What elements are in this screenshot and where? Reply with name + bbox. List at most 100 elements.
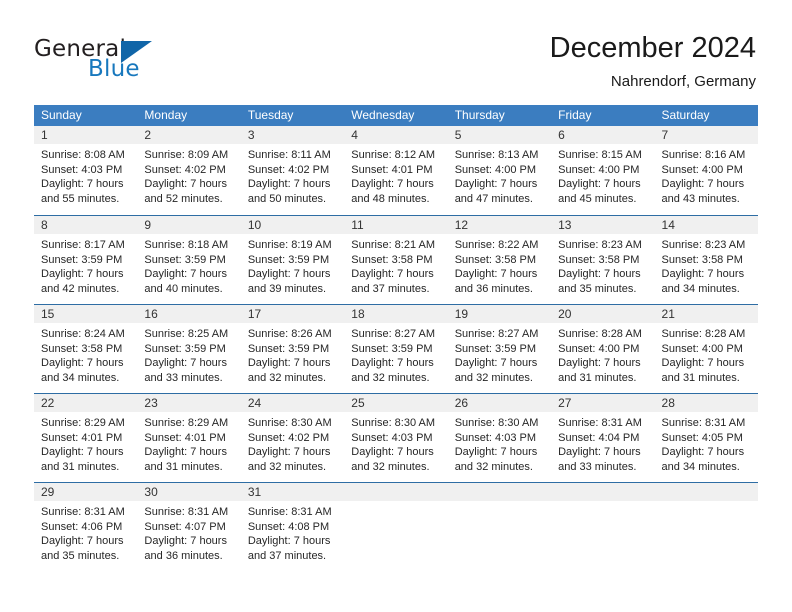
day-number: 29 [41, 485, 55, 499]
day-cell-empty [344, 483, 447, 571]
daylight-text-line1: Daylight: 7 hours [454, 178, 538, 191]
day-cell[interactable]: 3 Sunrise: 8:11 AM Sunset: 4:02 PM Dayli… [241, 126, 344, 215]
day-cell[interactable]: 14 Sunrise: 8:23 AM Sunset: 3:58 PM Dayl… [655, 216, 758, 304]
day-cell[interactable]: 20 Sunrise: 8:28 AM Sunset: 4:00 PM Dayl… [551, 305, 654, 393]
sunset-text: Sunset: 3:58 PM [661, 253, 743, 266]
daylight-text-line1: Daylight: 7 hours [454, 446, 538, 459]
day-cell[interactable]: 6 Sunrise: 8:15 AM Sunset: 4:00 PM Dayli… [551, 126, 654, 215]
day-cell[interactable]: 5 Sunrise: 8:13 AM Sunset: 4:00 PM Dayli… [448, 126, 551, 215]
day-cell[interactable]: 16 Sunrise: 8:25 AM Sunset: 3:59 PM Dayl… [137, 305, 240, 393]
sunrise-text: Sunrise: 8:08 AM [41, 149, 125, 161]
daylight-text-line1: Daylight: 7 hours [144, 178, 227, 191]
day-cell[interactable]: 29 Sunrise: 8:31 AM Sunset: 4:06 PM Dayl… [34, 483, 137, 571]
daylight-text-line2: and 48 minutes. [351, 192, 430, 205]
sunset-text: Sunset: 3:59 PM [454, 342, 537, 355]
daylight-text-line2: and 43 minutes. [661, 192, 740, 205]
day-details: Sunrise: 8:31 AM Sunset: 4:04 PM Dayligh… [558, 416, 654, 474]
day-details: Sunrise: 8:30 AM Sunset: 4:03 PM Dayligh… [455, 416, 551, 474]
title-block: December 2024 Nahrendorf, Germany [550, 30, 756, 91]
day-number [351, 483, 447, 501]
daylight-text-line1: Daylight: 7 hours [247, 178, 331, 191]
day-cell-empty [448, 483, 551, 571]
day-number: 30 [144, 485, 158, 499]
day-cell[interactable]: 1 Sunrise: 8:08 AM Sunset: 4:03 PM Dayli… [34, 126, 137, 215]
sunset-text: Sunset: 3:58 PM [558, 253, 640, 266]
daylight-text-line2: and 55 minutes. [41, 192, 120, 205]
day-details: Sunrise: 8:27 AM Sunset: 3:59 PM Dayligh… [455, 327, 551, 385]
daylight-text-line2: and 33 minutes. [144, 371, 223, 384]
day-cell[interactable]: 10 Sunrise: 8:19 AM Sunset: 3:59 PM Dayl… [241, 216, 344, 304]
day-cell[interactable]: 27 Sunrise: 8:31 AM Sunset: 4:04 PM Dayl… [551, 394, 654, 482]
daylight-text-line2: and 50 minutes. [247, 192, 327, 205]
daylight-text-line1: Daylight: 7 hours [454, 268, 538, 281]
day-details: Sunrise: 8:09 AM Sunset: 4:02 PM Dayligh… [144, 148, 240, 206]
day-cell[interactable]: 22 Sunrise: 8:29 AM Sunset: 4:01 PM Dayl… [34, 394, 137, 482]
sunrise-text: Sunrise: 8:12 AM [351, 149, 436, 161]
day-number: 25 [351, 396, 365, 410]
day-details: Sunrise: 8:30 AM Sunset: 4:03 PM Dayligh… [351, 416, 447, 474]
day-number: 21 [661, 307, 675, 321]
sunset-text: Sunset: 4:03 PM [351, 431, 433, 444]
day-cell[interactable]: 4 Sunrise: 8:12 AM Sunset: 4:01 PM Dayli… [344, 126, 447, 215]
day-number: 26 [454, 396, 469, 410]
daylight-text-line2: and 36 minutes. [144, 549, 223, 562]
day-cell[interactable]: 25 Sunrise: 8:30 AM Sunset: 4:03 PM Dayl… [344, 394, 447, 482]
day-cell[interactable]: 2 Sunrise: 8:09 AM Sunset: 4:02 PM Dayli… [137, 126, 240, 215]
day-number: 7 [661, 128, 669, 142]
sunrise-text: Sunrise: 8:31 AM [247, 506, 332, 518]
day-details: Sunrise: 8:31 AM Sunset: 4:08 PM Dayligh… [248, 505, 344, 563]
daylight-text-line2: and 34 minutes. [661, 282, 740, 295]
daylight-text-line2: and 32 minutes. [351, 371, 430, 384]
day-cell[interactable]: 13 Sunrise: 8:23 AM Sunset: 3:58 PM Dayl… [551, 216, 654, 304]
day-cell[interactable]: 28 Sunrise: 8:31 AM Sunset: 4:05 PM Dayl… [655, 394, 758, 482]
day-details: Sunrise: 8:30 AM Sunset: 4:02 PM Dayligh… [248, 416, 344, 474]
day-cell[interactable]: 31 Sunrise: 8:31 AM Sunset: 4:08 PM Dayl… [241, 483, 344, 571]
day-number [455, 483, 551, 501]
day-number: 13 [558, 218, 572, 232]
day-details: Sunrise: 8:31 AM Sunset: 4:06 PM Dayligh… [41, 505, 137, 563]
day-number: 9 [144, 218, 152, 232]
day-number: 15 [41, 307, 55, 321]
day-cell[interactable]: 24 Sunrise: 8:30 AM Sunset: 4:02 PM Dayl… [241, 394, 344, 482]
day-cell[interactable]: 12 Sunrise: 8:22 AM Sunset: 3:58 PM Dayl… [448, 216, 551, 304]
day-number: 22 [41, 396, 55, 410]
daylight-text-line2: and 31 minutes. [661, 371, 740, 384]
day-number: 18 [351, 307, 365, 321]
sunrise-text: Sunrise: 8:16 AM [661, 149, 746, 161]
day-cell[interactable]: 30 Sunrise: 8:31 AM Sunset: 4:07 PM Dayl… [137, 483, 240, 571]
day-cell[interactable]: 8 Sunrise: 8:17 AM Sunset: 3:59 PM Dayli… [34, 216, 137, 304]
day-cell[interactable]: 11 Sunrise: 8:21 AM Sunset: 3:58 PM Dayl… [344, 216, 447, 304]
daylight-text-line2: and 32 minutes. [247, 460, 327, 473]
daylight-text-line1: Daylight: 7 hours [247, 535, 331, 548]
weekday-sunday: Sunday [41, 108, 82, 122]
sunrise-text: Sunrise: 8:27 AM [454, 328, 539, 340]
day-cell[interactable]: 17 Sunrise: 8:26 AM Sunset: 3:59 PM Dayl… [241, 305, 344, 393]
day-cell[interactable]: 23 Sunrise: 8:29 AM Sunset: 4:01 PM Dayl… [137, 394, 240, 482]
daylight-text-line1: Daylight: 7 hours [41, 535, 124, 548]
day-cell[interactable]: 18 Sunrise: 8:27 AM Sunset: 3:59 PM Dayl… [344, 305, 447, 393]
day-cell[interactable]: 7 Sunrise: 8:16 AM Sunset: 4:00 PM Dayli… [655, 126, 758, 215]
logo-text-blue: Blue [88, 56, 140, 82]
daylight-text-line1: Daylight: 7 hours [41, 357, 124, 370]
calendar-week-row: 29 Sunrise: 8:31 AM Sunset: 4:06 PM Dayl… [34, 482, 758, 571]
day-cell[interactable]: 21 Sunrise: 8:28 AM Sunset: 4:00 PM Dayl… [655, 305, 758, 393]
daylight-text-line1: Daylight: 7 hours [247, 268, 331, 281]
daylight-text-line2: and 42 minutes. [41, 282, 120, 295]
day-cell[interactable]: 19 Sunrise: 8:27 AM Sunset: 3:59 PM Dayl… [448, 305, 551, 393]
day-details: Sunrise: 8:28 AM Sunset: 4:00 PM Dayligh… [662, 327, 758, 385]
day-cell[interactable]: 9 Sunrise: 8:18 AM Sunset: 3:59 PM Dayli… [137, 216, 240, 304]
weekday-header-row: Sunday Monday Tuesday Wednesday Thursday… [34, 105, 758, 126]
daylight-text-line1: Daylight: 7 hours [144, 535, 227, 548]
sunset-text: Sunset: 3:58 PM [454, 253, 537, 266]
sunrise-text: Sunrise: 8:23 AM [661, 239, 746, 251]
day-details: Sunrise: 8:13 AM Sunset: 4:00 PM Dayligh… [455, 148, 551, 206]
sunset-text: Sunset: 4:04 PM [558, 431, 640, 444]
calendar-grid: Sunday Monday Tuesday Wednesday Thursday… [34, 105, 758, 571]
daylight-text-line2: and 31 minutes. [144, 460, 223, 473]
sunrise-text: Sunrise: 8:29 AM [41, 417, 125, 429]
day-cell[interactable]: 26 Sunrise: 8:30 AM Sunset: 4:03 PM Dayl… [448, 394, 551, 482]
sunset-text: Sunset: 4:03 PM [454, 431, 537, 444]
daylight-text-line1: Daylight: 7 hours [661, 268, 745, 281]
sunset-text: Sunset: 4:03 PM [41, 163, 123, 176]
day-cell[interactable]: 15 Sunrise: 8:24 AM Sunset: 3:58 PM Dayl… [34, 305, 137, 393]
